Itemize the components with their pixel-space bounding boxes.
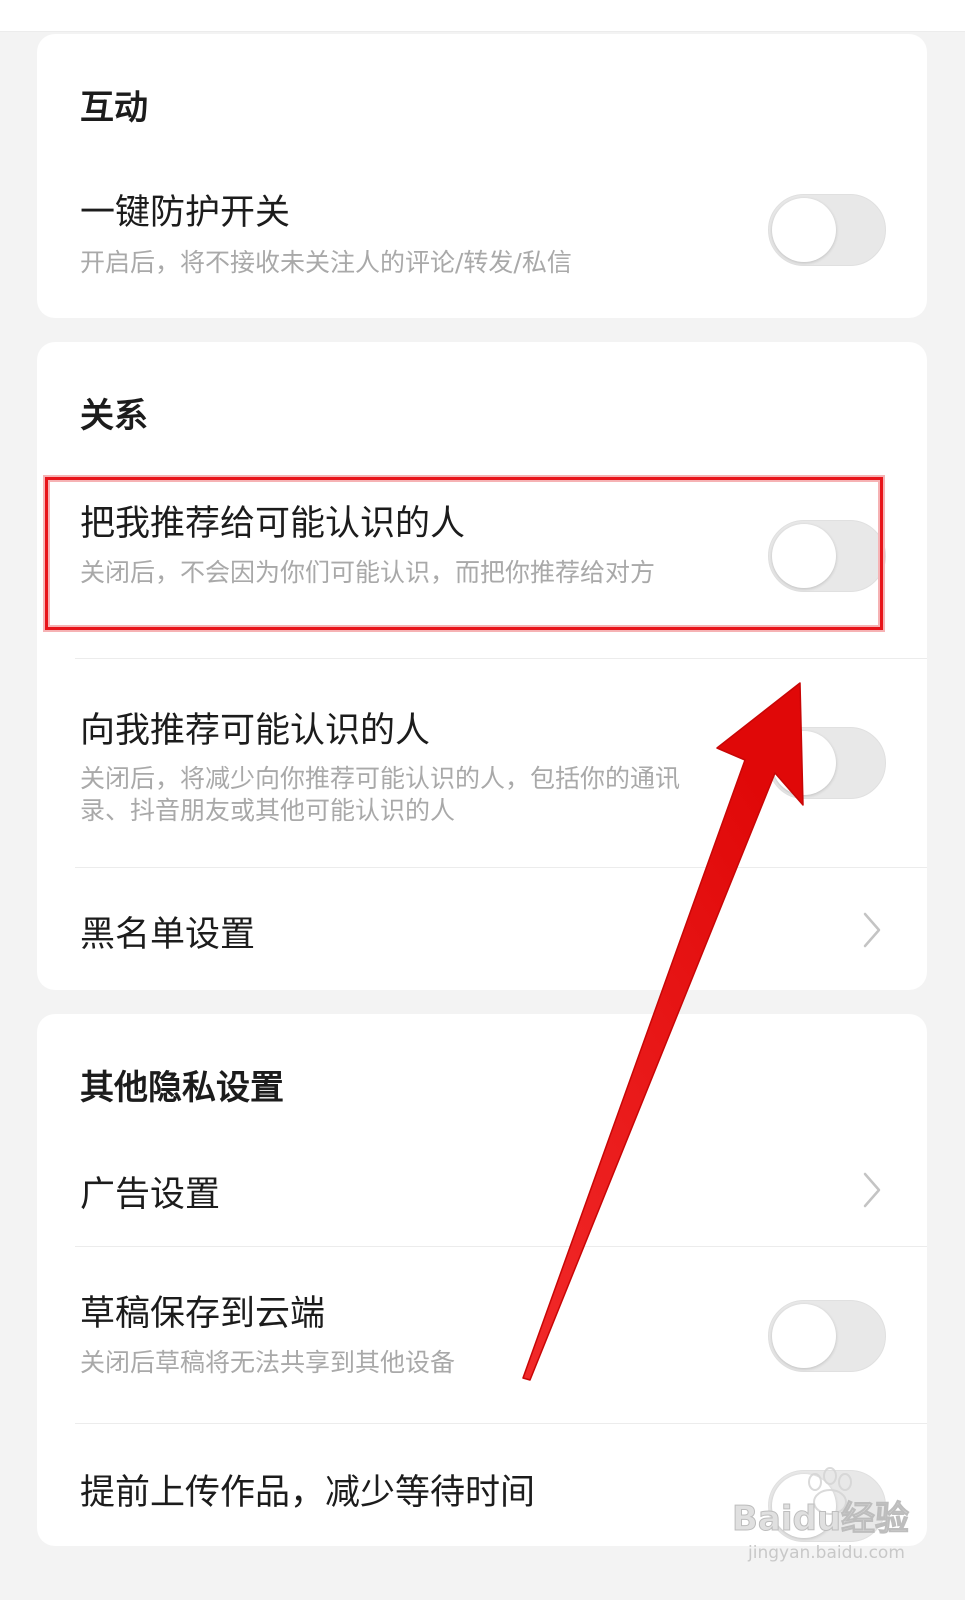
one-key-protection-desc: 开启后，将不接收未关注人的评论/转发/私信 xyxy=(80,248,572,277)
annotation-highlight-box xyxy=(45,477,883,630)
section-title-other-privacy: 其他隐私设置 xyxy=(80,1068,284,1108)
top-bar-remnant xyxy=(0,0,965,32)
draft-cloud-desc: 关闭后草稿将无法共享到其他设备 xyxy=(80,1348,456,1377)
one-key-protection-toggle[interactable] xyxy=(768,194,886,266)
recommend-to-me-row[interactable]: 向我推荐可能认识的人 关闭后，将减少向你推荐可能认识的人，包括你的通讯录、抖音朋… xyxy=(37,659,927,867)
baidu-watermark: Baidu经验 jingyan.baidu.com xyxy=(730,1460,930,1570)
blacklist-title: 黑名单设置 xyxy=(80,915,256,955)
ads-settings-row[interactable]: 广告设置 xyxy=(37,1122,927,1246)
recommend-to-me-toggle[interactable] xyxy=(768,727,886,799)
watermark-url: jingyan.baidu.com xyxy=(747,1543,905,1563)
section-title-relationship: 关系 xyxy=(80,396,148,436)
ads-settings-title: 广告设置 xyxy=(80,1175,221,1215)
interaction-card: 互动 一键防护开关 开启后，将不接收未关注人的评论/转发/私信 xyxy=(37,34,927,318)
chevron-right-icon xyxy=(863,1172,881,1208)
relationship-card: 关系 把我推荐给可能认识的人 关闭后，不会因为你们可能认识，而把你推荐给对方 向… xyxy=(37,342,927,990)
baidu-logo: Baidu经验 jingyan.baidu.com xyxy=(732,1467,910,1563)
recommend-to-me-desc: 关闭后，将减少向你推荐可能认识的人，包括你的通讯录、抖音朋友或其他可能认识的人 xyxy=(80,764,681,825)
draft-cloud-title: 草稿保存到云端 xyxy=(80,1294,326,1334)
section-title-interaction: 互动 xyxy=(80,88,148,128)
chevron-right-icon xyxy=(863,912,881,948)
toggle-knob xyxy=(772,731,836,795)
draft-cloud-row[interactable]: 草稿保存到云端 关闭后草稿将无法共享到其他设备 xyxy=(37,1247,927,1423)
one-key-protection-row[interactable]: 一键防护开关 开启后，将不接收未关注人的评论/转发/私信 xyxy=(37,154,927,318)
toggle-knob xyxy=(772,1304,836,1368)
one-key-protection-title: 一键防护开关 xyxy=(80,193,291,233)
recommend-to-me-title: 向我推荐可能认识的人 xyxy=(80,711,431,751)
blacklist-row[interactable]: 黑名单设置 xyxy=(37,868,927,990)
early-upload-title: 提前上传作品，减少等待时间 xyxy=(80,1473,536,1513)
watermark-brand: Baidu经验 xyxy=(732,1499,909,1539)
draft-cloud-toggle[interactable] xyxy=(768,1300,886,1372)
toggle-knob xyxy=(772,198,836,262)
